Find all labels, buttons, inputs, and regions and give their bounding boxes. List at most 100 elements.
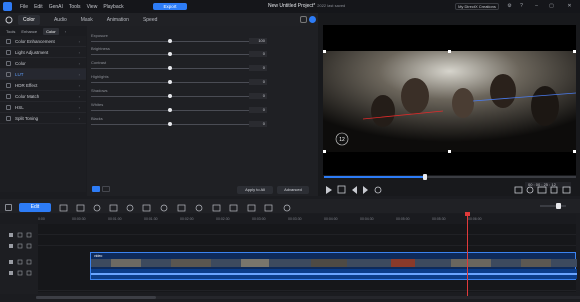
slider-value[interactable]: 0 bbox=[249, 51, 267, 57]
track-row[interactable] bbox=[38, 280, 576, 291]
slider-value[interactable]: 0 bbox=[249, 107, 267, 113]
trim-tool-icon[interactable] bbox=[76, 204, 85, 212]
slider-knob[interactable] bbox=[168, 52, 172, 56]
advanced-button[interactable]: Advanced bbox=[277, 186, 309, 194]
track-4-mute-icon[interactable] bbox=[26, 270, 32, 276]
tab-speed[interactable]: Speed bbox=[143, 17, 157, 23]
menu-view[interactable]: View bbox=[87, 4, 98, 10]
track-2-lock-icon[interactable] bbox=[17, 243, 23, 249]
feature-checkbox[interactable] bbox=[6, 115, 11, 121]
prev-frame-icon[interactable] bbox=[352, 186, 357, 194]
maximize-icon[interactable]: ▢ bbox=[548, 3, 555, 10]
slider-knob[interactable] bbox=[168, 80, 172, 84]
delete-icon[interactable] bbox=[264, 204, 273, 212]
export-button[interactable]: Export bbox=[153, 3, 187, 10]
snapshot-icon[interactable] bbox=[374, 186, 382, 194]
track-3-eye-icon[interactable] bbox=[26, 259, 32, 265]
resize-handle[interactable] bbox=[323, 50, 326, 53]
scrollbar-thumb[interactable] bbox=[36, 296, 156, 299]
help-icon[interactable]: ? bbox=[518, 3, 525, 10]
panel-options-icon[interactable] bbox=[300, 16, 307, 23]
paste-tool-icon[interactable] bbox=[247, 204, 256, 212]
menu-file[interactable]: File bbox=[20, 4, 28, 10]
feature-checkbox[interactable] bbox=[6, 93, 11, 99]
track-3-lock-icon[interactable] bbox=[17, 259, 23, 265]
volume-icon[interactable] bbox=[526, 186, 534, 194]
menu-playback[interactable]: Playback bbox=[103, 4, 123, 10]
video-clip[interactable]: video bbox=[90, 252, 577, 280]
track-row[interactable] bbox=[38, 235, 576, 246]
subtab-tools[interactable]: Tools bbox=[6, 29, 15, 34]
mask-tool-icon[interactable] bbox=[142, 204, 151, 212]
resize-handle[interactable] bbox=[573, 150, 576, 153]
feature-checkbox[interactable] bbox=[6, 104, 11, 110]
slider-knob[interactable] bbox=[168, 122, 172, 126]
feature-item-color-enhancement[interactable]: Color Enhancement › bbox=[0, 36, 86, 47]
feature-checkbox[interactable] bbox=[6, 49, 11, 55]
color-tool-icon[interactable] bbox=[93, 204, 101, 212]
slider-value[interactable]: 100 bbox=[249, 38, 267, 44]
timeline-ruler[interactable]: 0:00 00:00:30 00:01:00 00:01:30 00:02:00… bbox=[38, 214, 576, 224]
feature-checkbox[interactable] bbox=[6, 60, 11, 66]
menu-edit[interactable]: Edit bbox=[34, 4, 43, 10]
slider-value[interactable]: 0 bbox=[249, 121, 267, 127]
copy-tool-icon[interactable] bbox=[229, 204, 238, 212]
feature-item-color-match[interactable]: Color Match › bbox=[0, 91, 86, 102]
ai-tool-icon[interactable] bbox=[195, 204, 203, 212]
more-tools-icon[interactable] bbox=[283, 204, 291, 212]
playhead-marker[interactable] bbox=[464, 212, 470, 216]
tab-audio[interactable]: Audio bbox=[54, 17, 67, 23]
crop-tool-icon[interactable] bbox=[109, 204, 118, 212]
zoom-slider[interactable] bbox=[540, 205, 566, 207]
audio-tool-icon[interactable] bbox=[160, 204, 168, 212]
menu-genai[interactable]: GenAI bbox=[49, 4, 63, 10]
fullscreen-icon[interactable] bbox=[550, 186, 558, 194]
track-1-lock-icon[interactable] bbox=[17, 232, 23, 238]
resize-handle[interactable] bbox=[573, 50, 576, 53]
timeline-playhead[interactable] bbox=[464, 212, 470, 296]
subtab-next-icon[interactable]: › bbox=[65, 29, 66, 34]
resize-handle[interactable] bbox=[448, 50, 451, 53]
edit-button[interactable]: Edit bbox=[19, 203, 51, 212]
compare-view-icon[interactable] bbox=[92, 186, 100, 192]
slider-knob[interactable] bbox=[168, 94, 172, 98]
apply-to-all-button[interactable]: Apply to All bbox=[237, 186, 273, 194]
next-frame-icon[interactable] bbox=[363, 186, 368, 194]
slider-value[interactable]: 0 bbox=[249, 93, 267, 99]
feature-item-color[interactable]: Color › bbox=[0, 58, 86, 69]
split-tool-icon[interactable] bbox=[59, 204, 68, 212]
resize-handle[interactable] bbox=[448, 150, 451, 153]
timeline-scrollbar[interactable] bbox=[36, 296, 580, 299]
track-3-video-icon[interactable] bbox=[9, 260, 13, 264]
play-icon[interactable] bbox=[326, 186, 332, 194]
slider-knob[interactable] bbox=[168, 108, 172, 112]
video-canvas[interactable]: 12 bbox=[323, 25, 576, 175]
menu-tools[interactable]: Tools bbox=[69, 4, 81, 10]
panel-toggle-icon[interactable] bbox=[309, 16, 316, 23]
tab-mask[interactable]: Mask bbox=[81, 17, 93, 23]
feature-checkbox[interactable] bbox=[6, 71, 11, 77]
scrubber-knob[interactable] bbox=[422, 174, 427, 180]
track-4-lock-icon[interactable] bbox=[17, 270, 23, 276]
track-2-eye-icon[interactable] bbox=[26, 243, 32, 249]
slider-value[interactable]: 0 bbox=[249, 65, 267, 71]
track-1-video-icon[interactable] bbox=[9, 233, 13, 237]
camera-icon[interactable] bbox=[514, 186, 523, 194]
track-manager-icon[interactable] bbox=[5, 204, 12, 211]
slider-knob[interactable] bbox=[168, 66, 172, 70]
subtab-enhance[interactable]: Enhance bbox=[21, 29, 37, 34]
panel-icon[interactable] bbox=[0, 13, 18, 26]
keyframe-tool-icon[interactable] bbox=[212, 204, 221, 212]
resize-handle[interactable] bbox=[323, 150, 326, 153]
feature-item-lut[interactable]: LUT › bbox=[0, 69, 86, 80]
slider-knob[interactable] bbox=[168, 39, 172, 43]
close-icon[interactable]: ✕ bbox=[566, 3, 573, 10]
feature-item-split-toning[interactable]: Split Toning › bbox=[0, 113, 86, 124]
tab-animation[interactable]: Animation bbox=[107, 17, 129, 23]
subtab-color[interactable]: Color bbox=[43, 27, 59, 35]
undock-icon[interactable] bbox=[562, 186, 571, 194]
track-row[interactable] bbox=[38, 224, 576, 235]
minimize-icon[interactable]: – bbox=[533, 3, 540, 10]
speed-tool-icon[interactable] bbox=[126, 204, 134, 212]
track-1-eye-icon[interactable] bbox=[26, 232, 32, 238]
